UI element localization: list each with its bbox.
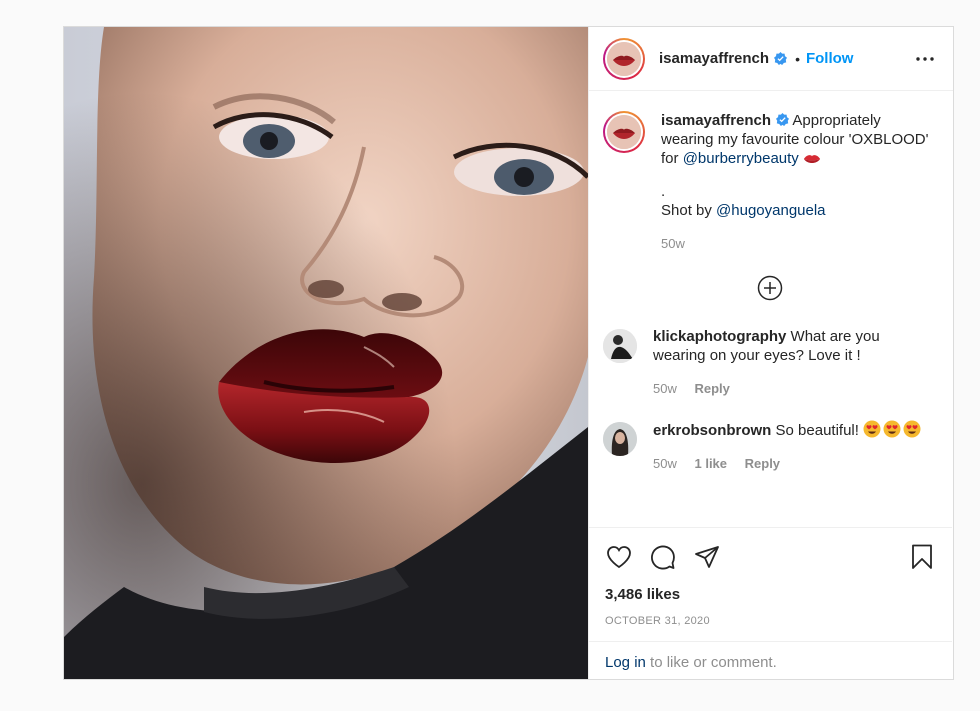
comment-timestamp[interactable]: 50w <box>653 381 677 396</box>
caption-timestamp[interactable]: 50w <box>661 236 685 251</box>
post-actions-section: 3,486 likes OCTOBER 31, 2020 <box>589 527 952 627</box>
comment-timestamp[interactable]: 50w <box>653 456 677 471</box>
commenter-avatar[interactable] <box>603 329 637 363</box>
comment-text: So beautiful! <box>775 422 859 439</box>
caption: isamayaffrench Appropriately wearing my … <box>603 111 936 253</box>
caption-period: . <box>661 183 666 200</box>
login-suffix: to like or comment. <box>650 654 777 671</box>
post-date: OCTOBER 31, 2020 <box>605 615 710 627</box>
comment-username[interactable]: klickaphotography <box>653 328 786 345</box>
portrait-image <box>64 27 588 679</box>
share-icon[interactable] <box>693 543 721 571</box>
credit-mention-link[interactable]: @hugoyanguela <box>716 202 825 219</box>
author-avatar[interactable] <box>603 37 645 80</box>
comment-item: erkrobsonbrown So beautiful! 50w 1 like … <box>603 420 936 473</box>
comment-like-count[interactable]: 1 like <box>694 456 727 471</box>
lips-emoji-icon <box>803 152 821 170</box>
heart-icon[interactable] <box>605 543 633 571</box>
login-link[interactable]: Log in <box>605 654 646 671</box>
comment-username[interactable]: erkrobsonbrown <box>653 422 771 439</box>
follow-button[interactable]: Follow <box>806 50 854 67</box>
post-photo[interactable] <box>64 27 588 679</box>
load-more-comments-icon[interactable] <box>757 275 783 301</box>
likes-count[interactable]: 3,486 likes <box>605 586 936 603</box>
separator-dot: • <box>795 50 800 67</box>
author-username[interactable]: isamayaffrench <box>659 50 769 67</box>
reply-button[interactable]: Reply <box>745 456 780 471</box>
post-header: isamayaffrench • Follow <box>589 27 953 91</box>
caption-mention-link[interactable]: @burberrybeauty <box>683 150 799 167</box>
action-bar <box>605 542 936 572</box>
commenter-avatar[interactable] <box>603 422 637 456</box>
bookmark-icon[interactable] <box>908 543 936 571</box>
comment-icon[interactable] <box>649 543 677 571</box>
caption-username[interactable]: isamayaffrench <box>661 112 771 129</box>
verified-badge-icon <box>774 52 788 65</box>
reply-button[interactable]: Reply <box>694 381 729 396</box>
caption-author-avatar[interactable] <box>603 111 645 153</box>
more-options-icon[interactable] <box>913 47 937 71</box>
heart-eyes-emoji-icon <box>863 420 923 439</box>
comments-section[interactable]: isamayaffrench Appropriately wearing my … <box>589 91 952 527</box>
instagram-post-embed: isamayaffrench • Follow isamayaffrench A… <box>63 26 954 680</box>
caption-avatar-image <box>607 115 641 149</box>
comment-item: klickaphotography What are you wearing o… <box>603 327 936 398</box>
post-sidebar: isamayaffrench • Follow isamayaffrench A… <box>588 27 953 679</box>
login-prompt: Log in to like or comment. <box>589 641 952 679</box>
verified-badge-icon <box>776 113 790 126</box>
caption-credit-prefix: Shot by <box>661 202 712 219</box>
author-avatar-image <box>607 41 641 76</box>
